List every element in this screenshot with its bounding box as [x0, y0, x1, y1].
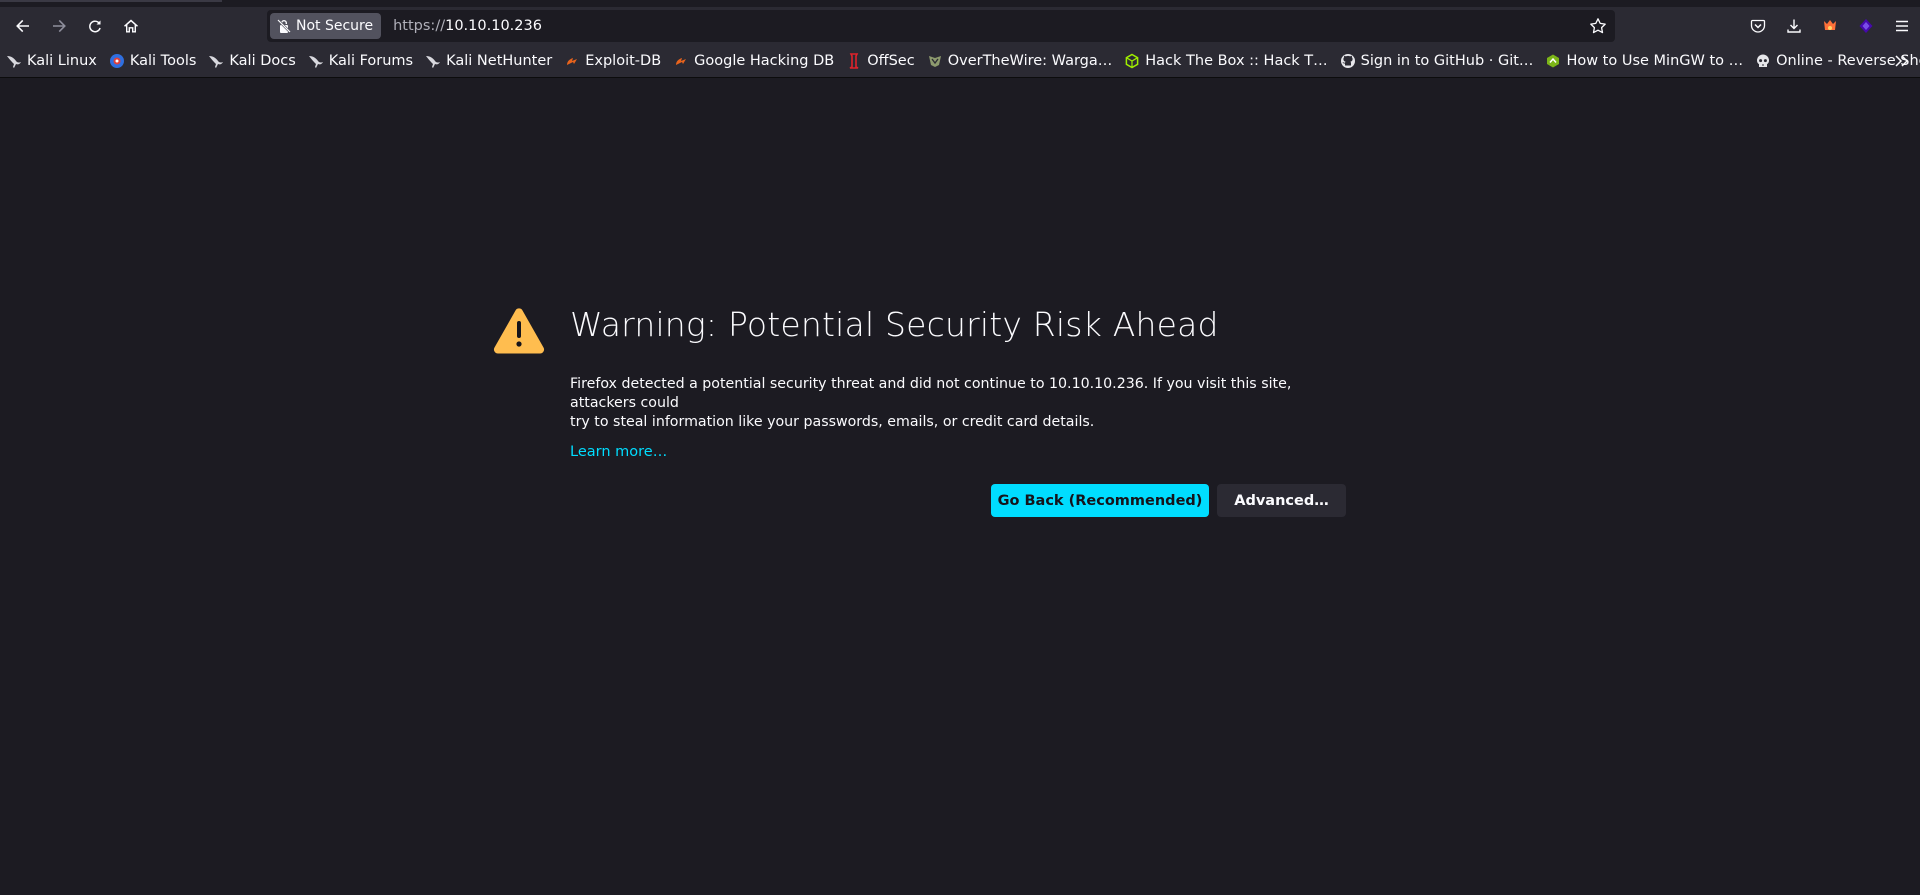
bookmark-label: Kali Docs — [229, 53, 296, 69]
bookmark-item[interactable]: Kali Forums — [302, 49, 419, 73]
broken-lock-icon — [277, 19, 291, 33]
bookmark-item[interactable]: Hack The Box :: Hack T… — [1118, 49, 1333, 73]
overthewire-icon — [928, 56, 941, 67]
kali-tools-icon — [109, 54, 124, 68]
bookmark-label: OffSec — [867, 53, 915, 69]
foxyproxy-icon — [1824, 20, 1836, 30]
bookmark-item[interactable]: Kali Docs — [202, 49, 301, 73]
reload-button[interactable] — [80, 11, 110, 41]
bookmark-label: Kali Forums — [328, 53, 414, 69]
home-icon — [124, 19, 138, 33]
download-icon — [1787, 19, 1801, 33]
url-scheme: https:// — [393, 18, 446, 34]
page-title: Warning: Potential Security Risk Ahead — [570, 305, 1219, 344]
bookmark-label: Kali Tools — [129, 53, 197, 69]
bookmark-item[interactable]: OffSec — [840, 49, 921, 73]
bookmark-item[interactable]: Google Hacking DB — [667, 49, 840, 73]
star-icon — [1590, 18, 1606, 34]
navigation-toolbar: Not Secure https://10.10.10.236 — [0, 7, 1920, 45]
bookmark-item[interactable]: Exploit-DB — [558, 49, 667, 73]
reload-icon — [89, 20, 101, 33]
downloads-button[interactable] — [1776, 11, 1812, 41]
forward-button[interactable] — [44, 11, 74, 41]
bookmark-item[interactable]: Kali NetHunter — [419, 49, 558, 73]
kali-dragon-icon — [426, 56, 441, 68]
back-button[interactable] — [8, 11, 38, 41]
learn-more-link[interactable]: Learn more… — [570, 444, 667, 460]
bookmark-item[interactable]: How to Use MinGW to … — [1539, 49, 1749, 73]
bookmark-item[interactable]: Kali Tools — [103, 49, 203, 73]
page-content — [0, 78, 1920, 895]
security-indicator[interactable]: Not Secure — [270, 13, 382, 39]
bookmarks-overflow-button[interactable] — [1892, 51, 1912, 71]
app-menu-button[interactable] — [1884, 11, 1920, 41]
exploit-db-icon — [676, 58, 687, 65]
arrow-left-icon — [16, 19, 29, 33]
hackthebox-icon — [1125, 53, 1139, 69]
extension-wappalyzer-button[interactable] — [1848, 11, 1884, 41]
error-description-line: try to steal information like your passw… — [570, 414, 1095, 430]
error-description-line: Firefox detected a potential security th… — [570, 376, 1292, 411]
go-back-button[interactable]: Go Back (Recommended) — [991, 484, 1209, 517]
bookmarks-toolbar: Kali Linux Kali Tools Kali Docs Kali For… — [0, 45, 1920, 78]
exploit-db-icon — [567, 58, 578, 65]
bookmark-label: Hack The Box :: Hack T… — [1145, 53, 1328, 69]
arrow-right-icon — [53, 19, 66, 33]
kali-dragon-icon — [7, 56, 21, 68]
wappalyzer-icon — [1859, 19, 1873, 33]
mingw-icon — [1547, 54, 1560, 68]
security-label: Not Secure — [296, 18, 374, 34]
tab-strip — [0, 0, 1920, 7]
bookmark-label: Sign in to GitHub · Git… — [1360, 53, 1534, 69]
bookmark-label: How to Use MinGW to … — [1566, 53, 1744, 69]
bookmark-star-button[interactable] — [1589, 17, 1607, 35]
toolbar-right-icons — [1740, 11, 1920, 41]
bookmark-label: Kali Linux — [27, 53, 97, 69]
github-icon — [1340, 54, 1355, 68]
bookmark-label: Exploit-DB — [585, 53, 662, 69]
offsec-icon — [849, 53, 859, 69]
pocket-icon — [1750, 19, 1766, 33]
bookmark-item[interactable]: OverTheWire: Warga… — [921, 49, 1119, 73]
kali-dragon-icon — [308, 56, 323, 68]
chevron-double-right-icon — [1895, 55, 1909, 67]
error-description: Firefox detected a potential security th… — [570, 375, 1360, 432]
warning-icon — [493, 308, 545, 354]
url-text[interactable]: https://10.10.10.236 — [393, 18, 542, 34]
skull-icon — [1757, 54, 1770, 67]
extension-foxyproxy-button[interactable] — [1812, 11, 1848, 41]
bookmark-label: Kali NetHunter — [446, 53, 553, 69]
hamburger-menu-icon — [1896, 20, 1908, 32]
bookmark-label: OverTheWire: Warga… — [947, 53, 1113, 69]
advanced-button[interactable]: Advanced… — [1217, 484, 1346, 517]
active-tab-indicator — [0, 0, 222, 2]
kali-dragon-icon — [209, 56, 224, 68]
url-bar[interactable]: Not Secure https://10.10.10.236 — [267, 10, 1615, 42]
bookmark-item[interactable]: Sign in to GitHub · Git… — [1334, 49, 1540, 73]
bookmark-item[interactable]: Kali Linux — [0, 49, 103, 73]
home-button[interactable] — [116, 11, 146, 41]
pocket-button[interactable] — [1740, 11, 1776, 41]
bookmark-label: Google Hacking DB — [694, 53, 835, 69]
url-host: 10.10.10.236 — [445, 18, 542, 34]
